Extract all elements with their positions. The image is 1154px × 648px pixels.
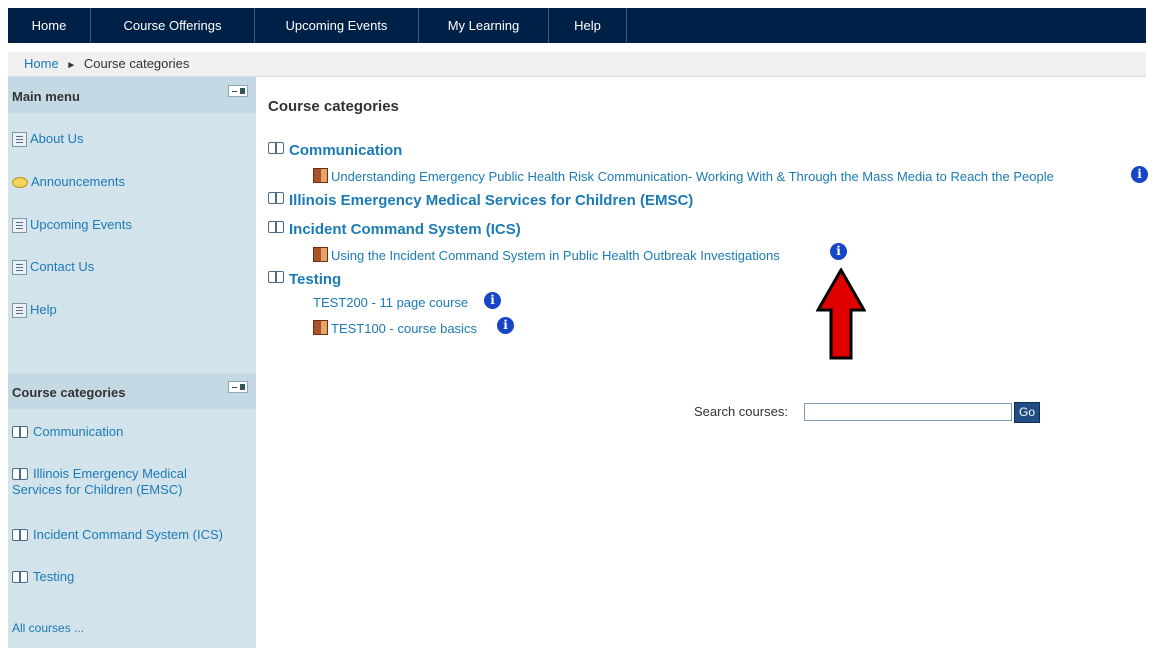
sidebar-item-label: Illinois Emergency Medical Services for …: [12, 466, 187, 497]
course-link-test200[interactable]: TEST200 - 11 page course: [313, 295, 468, 310]
book-icon: [12, 425, 30, 440]
red-arrow-annotation: [816, 268, 866, 360]
sidebar-item-label: About Us: [30, 131, 84, 146]
info-icon[interactable]: i: [497, 317, 514, 334]
nav-upcoming-events[interactable]: Upcoming Events: [255, 8, 419, 43]
book-icon: [12, 570, 30, 585]
main-menu-title: Main menu: [12, 89, 80, 104]
dock-toggle-icon[interactable]: [228, 381, 248, 393]
sidebar-item-label: Contact Us: [30, 259, 95, 274]
breadcrumb-separator-icon: ►: [66, 60, 77, 71]
course-link-test100[interactable]: TEST100 - course basics: [313, 320, 477, 336]
course-name: Understanding Emergency Public Health Ri…: [331, 169, 1054, 184]
sidebar-category-emsc[interactable]: Illinois Emergency Medical Services for …: [12, 466, 212, 498]
category-ics[interactable]: Incident Command System (ICS): [268, 221, 521, 238]
page-icon: [12, 218, 27, 234]
breadcrumb-home-link[interactable]: Home: [24, 56, 59, 71]
sidebar-item-label: Testing: [33, 569, 75, 584]
page-icon: [12, 303, 27, 319]
all-courses-link[interactable]: All courses ...: [12, 620, 84, 636]
sidebar-item-label: Upcoming Events: [30, 217, 132, 232]
category-name: Communication: [289, 142, 403, 159]
dock-toggle-icon[interactable]: [228, 85, 248, 97]
info-icon[interactable]: i: [1131, 166, 1148, 183]
course-name: TEST100 - course basics: [331, 321, 477, 336]
book-icon: [12, 528, 30, 543]
sidebar-item-label: Communication: [33, 424, 124, 439]
door-icon: [313, 320, 328, 335]
category-name: Incident Command System (ICS): [289, 221, 521, 238]
category-name: Illinois Emergency Medical Services for …: [289, 192, 694, 209]
sidebar-category-communication[interactable]: Communication: [12, 424, 123, 440]
course-link-ics-outbreak[interactable]: Using the Incident Command System in Pub…: [313, 247, 780, 263]
category-name: Testing: [289, 271, 342, 288]
search-go-button[interactable]: Go: [1014, 402, 1040, 423]
sidebar-category-testing[interactable]: Testing: [12, 569, 74, 585]
nav-course-offerings[interactable]: Course Offerings: [91, 8, 255, 43]
nav-my-learning[interactable]: My Learning: [419, 8, 549, 43]
door-icon: [313, 247, 328, 262]
nav-help[interactable]: Help: [549, 8, 627, 43]
sidebar-item-label: Announcements: [31, 174, 125, 189]
page-icon: [12, 132, 27, 148]
sidebar-item-label: Incident Command System (ICS): [33, 527, 224, 542]
sidebar-item-upcoming-events[interactable]: Upcoming Events: [12, 217, 132, 234]
page-title: Course categories: [268, 98, 399, 115]
info-icon[interactable]: i: [484, 292, 501, 309]
top-navigation-bar: Home Course Offerings Upcoming Events My…: [8, 8, 1146, 43]
speech-bubble-icon: [12, 177, 28, 189]
sidebar: Main menu About Us Announcements Upcomin…: [8, 77, 256, 648]
course-categories-block-title: Course categories: [12, 385, 126, 400]
breadcrumb-current: Course categories: [83, 56, 190, 71]
book-icon: [12, 467, 30, 482]
search-courses-label: Search courses:: [694, 404, 788, 419]
page-icon: [12, 260, 27, 276]
sidebar-item-announcements[interactable]: Announcements: [12, 174, 125, 190]
course-categories-block-header: Course categories: [8, 373, 256, 409]
book-icon: [268, 192, 286, 206]
book-icon: [268, 142, 286, 156]
category-testing[interactable]: Testing: [268, 271, 341, 288]
sidebar-item-label: Help: [30, 302, 57, 317]
main-menu-block-header: Main menu: [8, 77, 256, 113]
sidebar-item-contact-us[interactable]: Contact Us: [12, 259, 95, 276]
course-name: Using the Incident Command System in Pub…: [331, 248, 780, 263]
course-link-risk-communication[interactable]: Understanding Emergency Public Health Ri…: [313, 168, 1054, 184]
category-emsc[interactable]: Illinois Emergency Medical Services for …: [268, 192, 693, 209]
breadcrumb: Home ► Course categories: [8, 52, 1146, 77]
sidebar-category-ics[interactable]: Incident Command System (ICS): [12, 527, 223, 543]
nav-home[interactable]: Home: [8, 8, 91, 43]
book-icon: [268, 271, 286, 285]
book-icon: [268, 221, 286, 235]
sidebar-item-help[interactable]: Help: [12, 302, 57, 319]
search-courses-input[interactable]: [804, 403, 1012, 421]
info-icon[interactable]: i: [830, 243, 847, 260]
course-name: TEST200 - 11 page course: [313, 295, 469, 310]
door-icon: [313, 168, 328, 183]
sidebar-item-about-us[interactable]: About Us: [12, 131, 84, 148]
category-communication[interactable]: Communication: [268, 142, 402, 159]
